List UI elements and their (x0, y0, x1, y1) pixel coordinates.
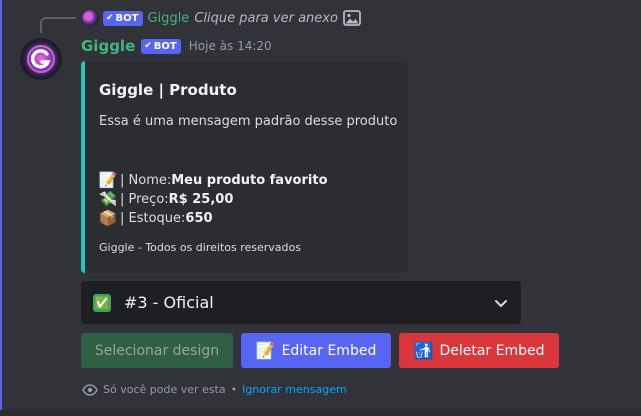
bottom-divider (0, 410, 641, 416)
check-mark-icon: ✅ (93, 293, 111, 312)
embed-field-name: 📝 | Nome: Meu produto favorito (98, 171, 328, 189)
embed-description: Essa é uma mensagem padrão desse produto (99, 114, 398, 129)
separator: • (230, 383, 238, 396)
ephemeral-text: Só você pode ver esta (103, 383, 226, 396)
embed-field-price: 💸 | Preço: R$ 25,00 (98, 190, 234, 208)
reply-text[interactable]: Clique para ver anexo (194, 11, 338, 26)
giggle-logo (20, 38, 62, 80)
message-header: Giggle ✔ BOT Hoje às 14:20 (81, 36, 272, 56)
image-icon (343, 10, 361, 26)
eye-icon (82, 383, 98, 396)
message-highlight-bar (0, 0, 2, 416)
reply-connector-line (40, 17, 76, 33)
memo-icon: 📝 (98, 171, 118, 189)
litter-icon: 🚮 (413, 341, 434, 360)
select-design-button[interactable]: Selecionar design (81, 333, 233, 368)
reply-reference[interactable]: ✔ BOT Giggle Clique para ver anexo (82, 9, 361, 27)
reply-avatar[interactable] (82, 10, 98, 26)
edit-embed-button[interactable]: 📝 Editar Embed (241, 333, 391, 368)
reply-bot-tag: ✔ BOT (103, 10, 143, 26)
package-icon: 📦 (98, 209, 118, 227)
embed-title: Giggle | Produto (99, 81, 237, 99)
delete-embed-button[interactable]: 🚮 Deletar Embed (399, 333, 559, 368)
embed: Giggle | Produto Essa é uma mensagem pad… (81, 61, 408, 273)
timestamp[interactable]: Hoje às 14:20 (189, 39, 272, 53)
embed-field-stock: 📦 | Estoque: 650 (98, 209, 213, 227)
ephemeral-notice: Só você pode ver esta • Ignorar mensagem (82, 383, 347, 396)
avatar[interactable] (20, 38, 62, 80)
bot-tag: ✔ BOT (141, 38, 181, 54)
username[interactable]: Giggle (81, 37, 135, 55)
memo-icon: 📝 (255, 341, 276, 360)
chevron-down-icon (495, 300, 507, 307)
money-icon: 💸 (98, 190, 118, 208)
select-value: #3 - Oficial (124, 293, 214, 312)
design-select-menu[interactable]: ✅ #3 - Oficial (81, 281, 521, 324)
dismiss-message-link[interactable]: Ignorar mensagem (242, 383, 347, 396)
embed-footer: Giggle - Todos os direitos reservados (99, 241, 301, 254)
verified-check-icon: ✔ (106, 12, 114, 23)
verified-check-icon: ✔ (144, 40, 152, 51)
reply-username[interactable]: Giggle (148, 11, 190, 26)
